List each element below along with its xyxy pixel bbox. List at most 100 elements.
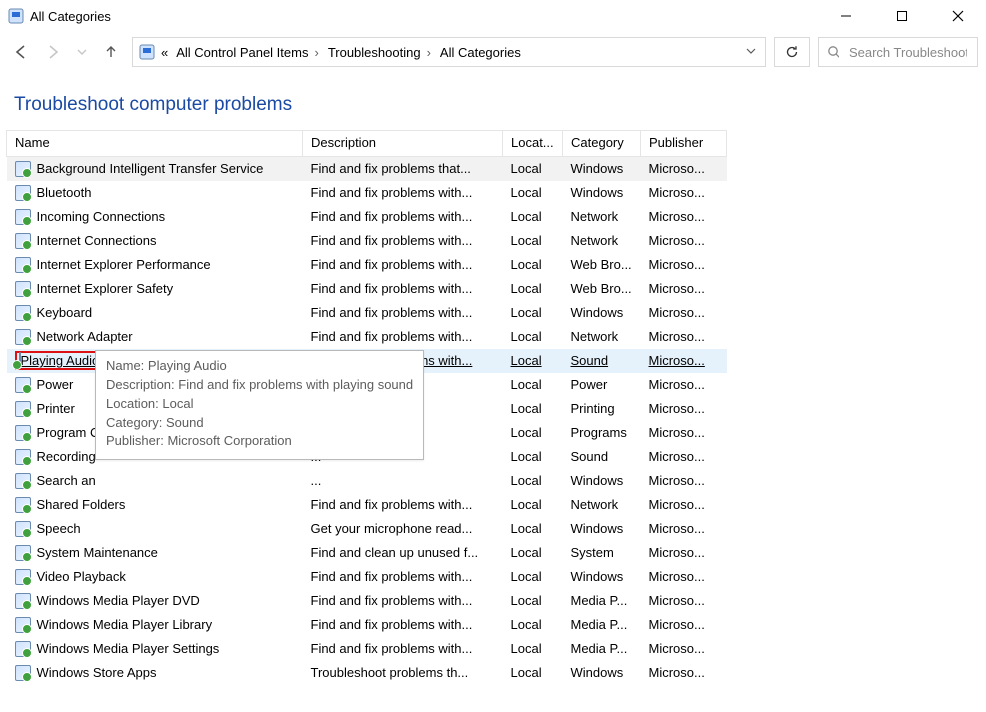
troubleshooter-icon [15,425,31,441]
row-location: Local [503,517,563,541]
chevron-right-icon[interactable]: › [424,45,434,60]
row-location: Local [503,493,563,517]
row-description: Find and fix problems with... [303,589,503,613]
row-location: Local [503,205,563,229]
table-row[interactable]: Windows Media Player Library Find and fix… [7,613,727,637]
row-description: Find and fix problems with... [303,493,503,517]
troubleshooter-icon [15,233,31,249]
table-row[interactable]: Shared FoldersFind and fix problems with… [7,493,727,517]
table-row[interactable]: Windows Media Player SettingsFind and fi… [7,637,727,661]
row-location: Local [503,589,563,613]
row-publisher: Microso... [641,325,727,349]
table-row[interactable]: Video Playback Find and fix problems with… [7,565,727,589]
troubleshooter-icon [15,305,31,321]
minimize-button[interactable] [832,6,860,26]
table-row[interactable]: System MaintenanceFind and clean up unus… [7,541,727,565]
table-row[interactable]: BluetoothFind and fix problems with...Lo… [7,181,727,205]
troubleshooter-icon [15,569,31,585]
row-category: Network [563,493,641,517]
address-bar[interactable]: « All Control Panel Items› Troubleshooti… [132,37,766,67]
search-box[interactable] [818,37,978,67]
breadcrumb-item[interactable]: Troubleshooting› [326,45,434,60]
table-row[interactable]: Search an...LocalWindowsMicroso... [7,469,727,493]
row-description: ... [303,469,503,493]
row-category: Media P... [563,637,641,661]
table-row[interactable]: Incoming ConnectionsFind and fix problem… [7,205,727,229]
row-name: Background Intelligent Transfer Service [37,161,264,176]
control-panel-icon [139,44,155,60]
troubleshooter-icon [19,352,21,369]
column-header-category[interactable]: Category [563,131,641,157]
column-header-description[interactable]: Description [303,131,503,157]
row-publisher: Microso... [641,541,727,565]
close-button[interactable] [944,6,972,26]
table-row[interactable]: Internet Explorer SafetyFind and fix pro… [7,277,727,301]
forward-button[interactable] [44,43,62,61]
row-name: Windows Store Apps [37,665,157,680]
table-row[interactable]: Internet Explorer PerformanceFind and fi… [7,253,727,277]
troubleshooter-icon [15,257,31,273]
row-location: Local [503,229,563,253]
row-location: Local [503,565,563,589]
row-category: Windows [563,469,641,493]
troubleshooter-icon [15,473,31,489]
row-description: Troubleshoot problems th... [303,661,503,685]
row-publisher: Microso... [641,661,727,685]
table-row[interactable]: Background Intelligent Transfer Service F… [7,157,727,181]
table-row[interactable]: Internet ConnectionsFind and fix problem… [7,229,727,253]
back-button[interactable] [12,43,30,61]
row-publisher: Microso... [641,421,727,445]
troubleshooter-icon [15,593,31,609]
breadcrumb-item[interactable]: All Control Panel Items› [174,45,322,60]
troubleshooter-icon [15,521,31,537]
table-row[interactable]: Windows Store Apps Troubleshoot problems … [7,661,727,685]
troubleshooter-icon [15,281,31,297]
row-location: Local [503,541,563,565]
row-name: Program C [37,425,100,440]
recent-locations-button[interactable] [76,46,88,58]
maximize-button[interactable] [888,6,916,26]
table-row[interactable]: SpeechGet your microphone read...LocalWi… [7,517,727,541]
row-location: Local [503,325,563,349]
breadcrumb-item[interactable]: All Categories [438,45,523,60]
row-name: Power [37,377,74,392]
troubleshooter-icon [15,641,31,657]
row-description: Find and fix problems with... [303,613,503,637]
row-category: System [563,541,641,565]
row-publisher: Microso... [641,301,727,325]
row-description: Find and fix problems with... [303,565,503,589]
row-category: Windows [563,565,641,589]
column-header-location[interactable]: Locat... [503,131,563,157]
row-location: Local [503,445,563,469]
row-location: Local [503,277,563,301]
table-row[interactable]: Windows Media Player DVDFind and fix pro… [7,589,727,613]
row-description: Find and fix problems that... [303,157,503,181]
row-name: Video Playback [37,569,126,584]
row-category: Media P... [563,613,641,637]
row-name: Windows Media Player Library [37,617,213,632]
troubleshooter-icon [15,377,31,393]
up-button[interactable] [102,43,120,61]
row-category: Windows [563,661,641,685]
column-header-name[interactable]: Name [7,131,303,157]
table-row[interactable]: Network AdapterFind and fix problems wit… [7,325,727,349]
table-row[interactable]: KeyboardFind and fix problems with...Loc… [7,301,727,325]
row-description: Find and fix problems with... [303,301,503,325]
row-category: Windows [563,301,641,325]
troubleshooter-icon [15,617,31,633]
breadcrumb-prefix[interactable]: « [159,45,170,60]
row-location: Local [503,661,563,685]
search-input[interactable] [847,44,969,61]
troubleshooter-icon [15,449,31,465]
row-category: Media P... [563,589,641,613]
troubleshooter-icon [15,185,31,201]
row-category: Web Bro... [563,277,641,301]
refresh-button[interactable] [774,37,810,67]
row-category: Sound [563,445,641,469]
troubleshooter-icon [15,401,31,417]
chevron-right-icon[interactable]: › [311,45,321,60]
column-header-publisher[interactable]: Publisher [641,131,727,157]
address-dropdown-button[interactable] [745,45,759,60]
row-location: Local [503,397,563,421]
row-name: Internet Explorer Performance [37,257,211,272]
